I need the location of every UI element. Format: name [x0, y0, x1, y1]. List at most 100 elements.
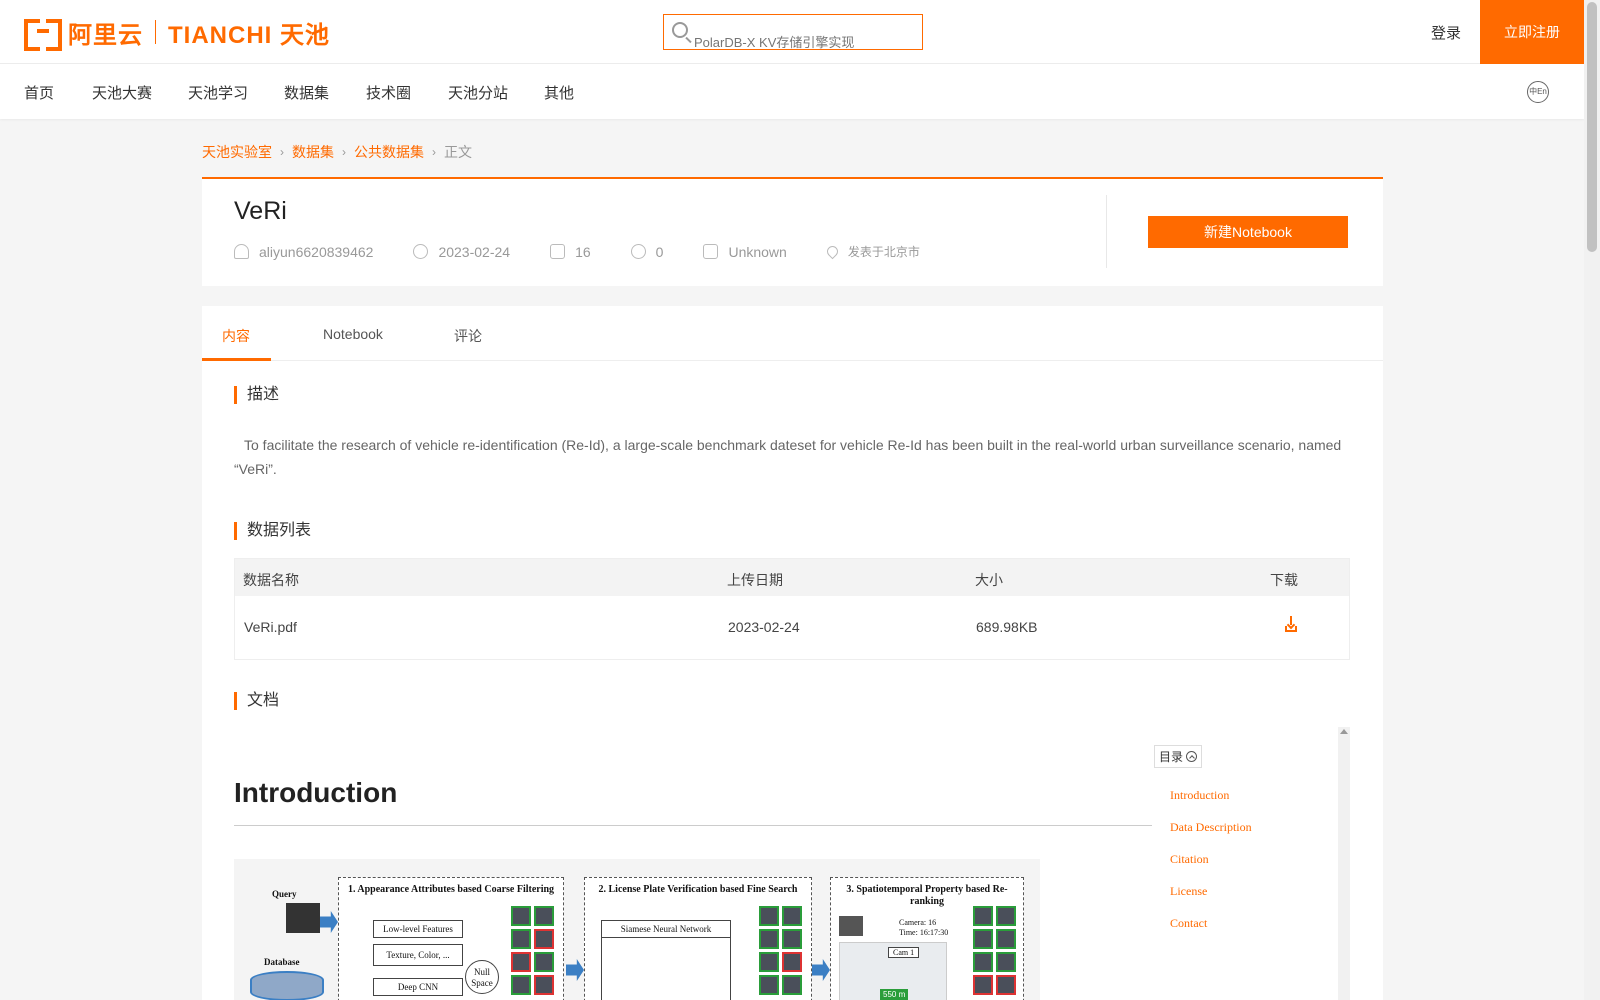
nav-item-learning[interactable]: 天池学习: [188, 82, 248, 103]
arrow-right-icon: [566, 959, 584, 981]
search-input[interactable]: [694, 35, 914, 49]
stage3-camera: Camera: 16: [899, 918, 937, 927]
active-tab-indicator: [202, 358, 271, 361]
breadcrumb-lab[interactable]: 天池实验室: [202, 142, 272, 162]
toc-item-license[interactable]: License: [1170, 884, 1334, 916]
figure-stage1: 1. Appearance Attributes based Coarse Fi…: [338, 877, 564, 1000]
language-switch-icon[interactable]: 中En: [1527, 81, 1549, 103]
data-table: 数据名称 上传日期 大小 下载 VeRi.pdf 2023-02-24 689.…: [234, 558, 1350, 660]
breadcrumb: 天池实验室 › 数据集 › 公共数据集 › 正文: [202, 142, 472, 162]
thumb: [782, 952, 802, 972]
stage1-thumbs: [511, 906, 554, 995]
col-header-name: 数据名称: [243, 572, 299, 588]
thumb: [534, 929, 554, 949]
search-box[interactable]: [663, 14, 923, 50]
toc-item-data-description[interactable]: Data Description: [1170, 820, 1334, 852]
tab-content[interactable]: 内容: [222, 326, 250, 346]
toc-item-introduction[interactable]: Introduction: [1170, 788, 1334, 820]
new-notebook-button[interactable]: 新建Notebook: [1148, 216, 1348, 248]
doc-scrollbar[interactable]: [1338, 727, 1350, 1000]
download-icon[interactable]: [1285, 616, 1297, 632]
stage3-title: 3. Spatiotemporal Property based Re-rank…: [846, 884, 1008, 907]
page-scrollbar[interactable]: [1584, 0, 1600, 1000]
logo-separator: [155, 20, 156, 44]
thumb: [511, 906, 531, 926]
description-text: To facilitate the research of vehicle re…: [234, 437, 1342, 477]
thumb: [996, 906, 1016, 926]
nav-item-competitions[interactable]: 天池大赛: [92, 82, 152, 103]
section-title-description: 描述: [234, 386, 279, 404]
login-link[interactable]: 登录: [1431, 22, 1461, 43]
toc-item-contact[interactable]: Contact: [1170, 916, 1334, 948]
scroll-up-arrow-icon[interactable]: [1340, 729, 1348, 734]
download-count: 16: [575, 243, 591, 260]
figure-stage2: 2. License Plate Verification based Fine…: [584, 877, 812, 1000]
download-count-icon: [550, 244, 566, 259]
stage2-siamese: Siamese Neural Network: [601, 920, 731, 938]
search-icon[interactable]: [672, 22, 688, 38]
document-icon: [703, 244, 719, 259]
tab-notebook[interactable]: Notebook: [323, 326, 383, 342]
nav-item-datasets[interactable]: 数据集: [284, 82, 329, 103]
map-image: Cam 1 550 m: [839, 942, 947, 1000]
figure-query-label: Query: [272, 889, 297, 899]
file-size: 689.98KB: [976, 619, 1038, 635]
user-icon: [234, 244, 249, 259]
table-row: VeRi.pdf 2023-02-24 689.98KB: [235, 596, 1349, 659]
logo-aliyun-text: 阿里云: [68, 21, 143, 49]
toc-toggle-button[interactable]: 目录: [1154, 745, 1203, 768]
documentation-frame: Introduction Query Database 1. Appearanc…: [234, 727, 1350, 1000]
stage1-title: 1. Appearance Attributes based Coarse Fi…: [347, 884, 555, 895]
meta-location: 发表于北京市: [824, 243, 920, 260]
doc-heading-rule: [234, 825, 1152, 826]
dataset-title: VeRi: [234, 197, 287, 225]
nav-item-home[interactable]: 首页: [24, 82, 54, 103]
share-count: 0: [655, 243, 664, 260]
thumb: [534, 975, 554, 995]
nav-item-other[interactable]: 其他: [544, 82, 574, 103]
license-value: Unknown: [728, 243, 787, 260]
nav-item-tech-circle[interactable]: 技术圈: [366, 82, 411, 103]
page-scrollbar-thumb[interactable]: [1587, 2, 1597, 252]
thumb: [782, 906, 802, 926]
map-distance: 550 m: [880, 989, 909, 1000]
breadcrumb-datasets[interactable]: 数据集: [292, 142, 334, 162]
thumb: [759, 975, 779, 995]
register-button[interactable]: 立即注册: [1480, 0, 1584, 64]
share-icon: [630, 244, 646, 259]
thumb: [782, 929, 802, 949]
figure-database-label: Database: [264, 957, 300, 967]
toc-item-citation[interactable]: Citation: [1170, 852, 1334, 884]
arrow-right-icon: [812, 959, 830, 981]
author-name[interactable]: aliyun6620839462: [259, 244, 373, 260]
arrow-right-icon: [320, 911, 338, 933]
aliyun-tianchi-logo[interactable]: 阿里云 TIANCHI 天池: [24, 18, 330, 51]
meta-shares: 0: [630, 243, 664, 260]
query-car-image: [286, 903, 320, 933]
section-title-documentation: 文档: [234, 692, 279, 710]
aliyun-logo-icon: [24, 19, 62, 51]
thumb: [759, 906, 779, 926]
breadcrumb-public-datasets[interactable]: 公共数据集: [354, 142, 424, 162]
stage2-network-block: [601, 938, 731, 1000]
thumb: [511, 952, 531, 972]
toc-list: Introduction Data Description Citation L…: [1154, 788, 1334, 948]
meta-divider: [1106, 195, 1107, 268]
dataset-meta-row: aliyun6620839462 2023-02-24 16 0 Unknown…: [234, 243, 960, 260]
main-nav: 首页 天池大赛 天池学习 数据集 技术圈 天池分站 其他 中En: [0, 64, 1584, 119]
file-upload-date: 2023-02-24: [728, 619, 800, 635]
tab-comments[interactable]: 评论: [454, 326, 482, 346]
figure-stage3: 3. Spatiotemporal Property based Re-rank…: [830, 877, 1024, 1000]
nav-item-substations[interactable]: 天池分站: [448, 82, 508, 103]
thumb: [996, 929, 1016, 949]
col-header-date: 上传日期: [727, 572, 783, 588]
stage1-texture: Texture, Color, ...: [373, 944, 463, 966]
content-tabs: 内容 Notebook 评论: [202, 306, 1383, 361]
file-name[interactable]: VeRi.pdf: [244, 619, 297, 635]
chevron-right-icon: ›: [342, 145, 346, 159]
meta-date: 2023-02-24: [413, 244, 510, 260]
thumb: [534, 952, 554, 972]
thumb: [759, 952, 779, 972]
location-pin-icon: [824, 243, 841, 260]
stage2-thumbs: [759, 906, 802, 995]
